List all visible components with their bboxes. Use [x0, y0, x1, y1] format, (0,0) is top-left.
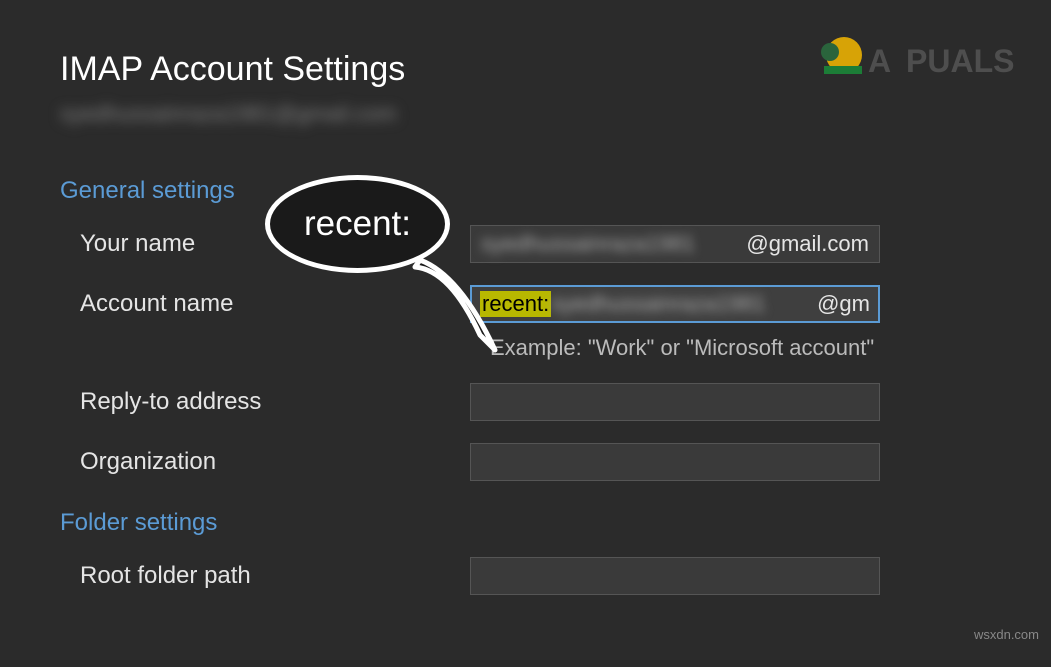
- your-name-input[interactable]: syedhussainraza1981 @gmail.com: [470, 225, 880, 263]
- organization-label: Organization: [80, 448, 470, 476]
- root-folder-input[interactable]: [470, 557, 880, 595]
- your-name-label: Your name: [80, 230, 470, 258]
- account-name-input[interactable]: recent: syedhussainraza1981 @gm: [470, 285, 880, 323]
- watermark-logo: A PUALS: [816, 30, 1016, 95]
- appuals-logo-icon: A PUALS: [816, 30, 1016, 90]
- account-name-suffix: @gm: [817, 291, 870, 317]
- organization-input[interactable]: [470, 443, 880, 481]
- watermark-domain: wsxdn.com: [974, 627, 1039, 642]
- reply-to-row: Reply-to address: [60, 383, 991, 421]
- general-settings-header: General settings: [60, 177, 991, 205]
- organization-row: Organization: [60, 443, 991, 481]
- your-name-blurred-value: syedhussainraza1981: [481, 231, 746, 257]
- account-email-subtitle: syedhussainraza1981@gmail.com: [60, 101, 991, 127]
- your-name-suffix: @gmail.com: [746, 231, 869, 257]
- account-name-blurred-value: syedhussainraza1981: [551, 291, 817, 317]
- svg-text:PUALS: PUALS: [906, 43, 1014, 79]
- reply-to-input[interactable]: [470, 383, 880, 421]
- callout-tail-icon: [410, 255, 530, 365]
- root-folder-label: Root folder path: [80, 562, 470, 590]
- folder-settings-header: Folder settings: [60, 509, 991, 537]
- account-name-helper: Example: "Work" or "Microsoft account": [470, 335, 991, 361]
- svg-text:A: A: [868, 43, 891, 79]
- root-folder-row: Root folder path: [60, 557, 991, 595]
- reply-to-label: Reply-to address: [80, 388, 470, 416]
